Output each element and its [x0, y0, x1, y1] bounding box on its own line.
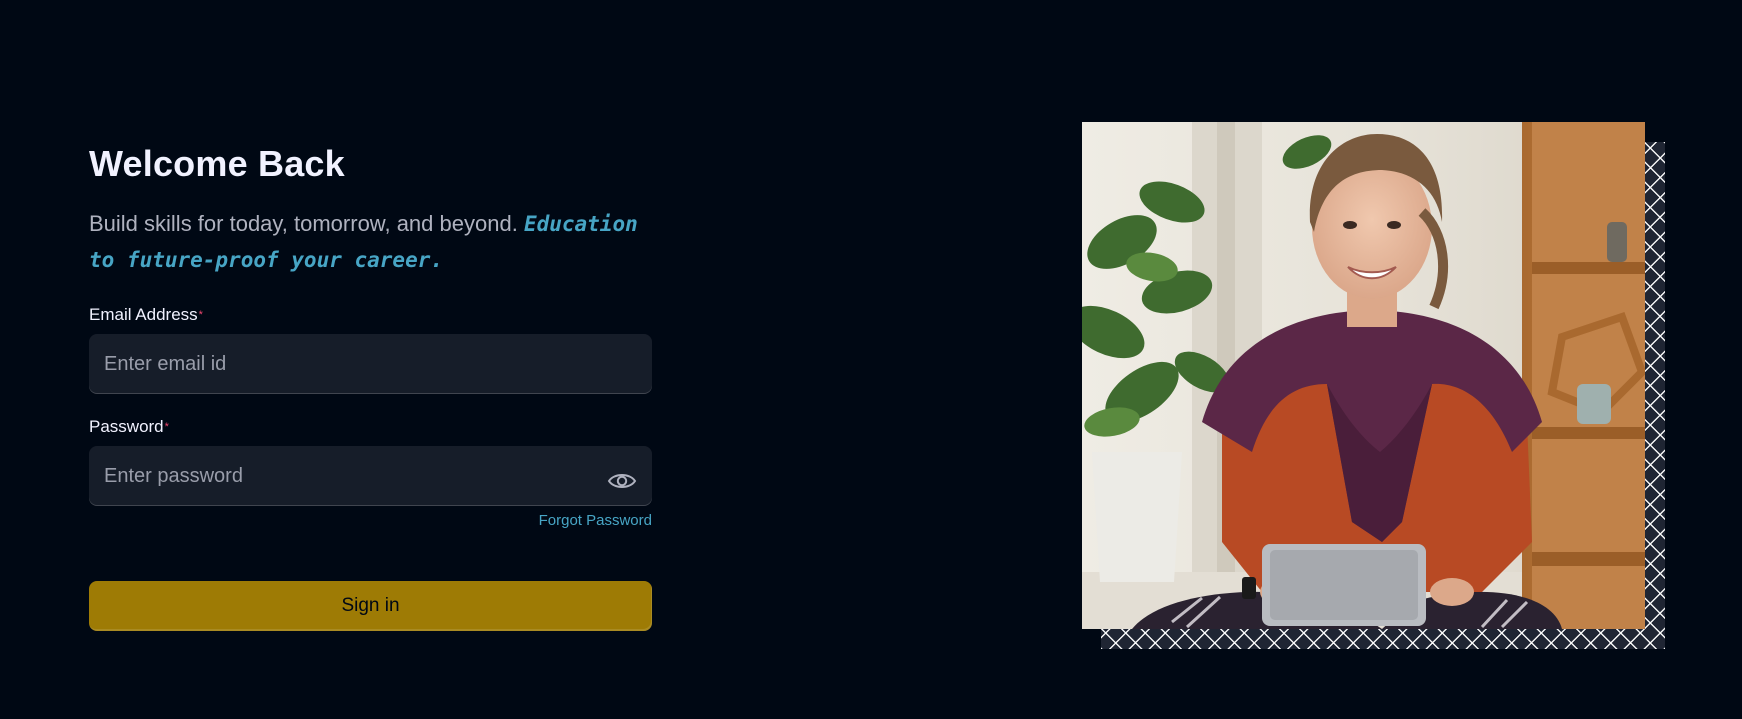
password-label-text: Password: [89, 417, 164, 436]
login-form-section: Welcome Back Build skills for today, tom…: [89, 142, 652, 631]
password-field[interactable]: [89, 446, 652, 506]
email-field-container: [89, 334, 652, 394]
sign-in-button[interactable]: Sign in: [89, 581, 652, 631]
required-mark: *: [198, 309, 203, 321]
password-label: Password*: [89, 416, 652, 438]
subtitle-text: Build skills for today, tomorrow, and be…: [89, 211, 518, 236]
student-with-tablet-photo: [1082, 122, 1645, 629]
eye-icon[interactable]: [607, 471, 637, 491]
page-title: Welcome Back: [89, 143, 345, 184]
email-label-text: Email Address: [89, 305, 198, 324]
forgot-password-link[interactable]: Forgot Password: [89, 512, 652, 530]
required-mark: *: [164, 421, 169, 433]
page-subtitle: Build skills for today, tomorrow, and be…: [89, 206, 652, 278]
password-field-container: [89, 446, 652, 506]
login-page: Welcome Back Build skills for today, tom…: [0, 0, 1742, 719]
login-form: Email Address* Password* Forgot Password…: [89, 304, 652, 631]
email-label: Email Address*: [89, 304, 652, 326]
email-field[interactable]: [89, 334, 652, 394]
